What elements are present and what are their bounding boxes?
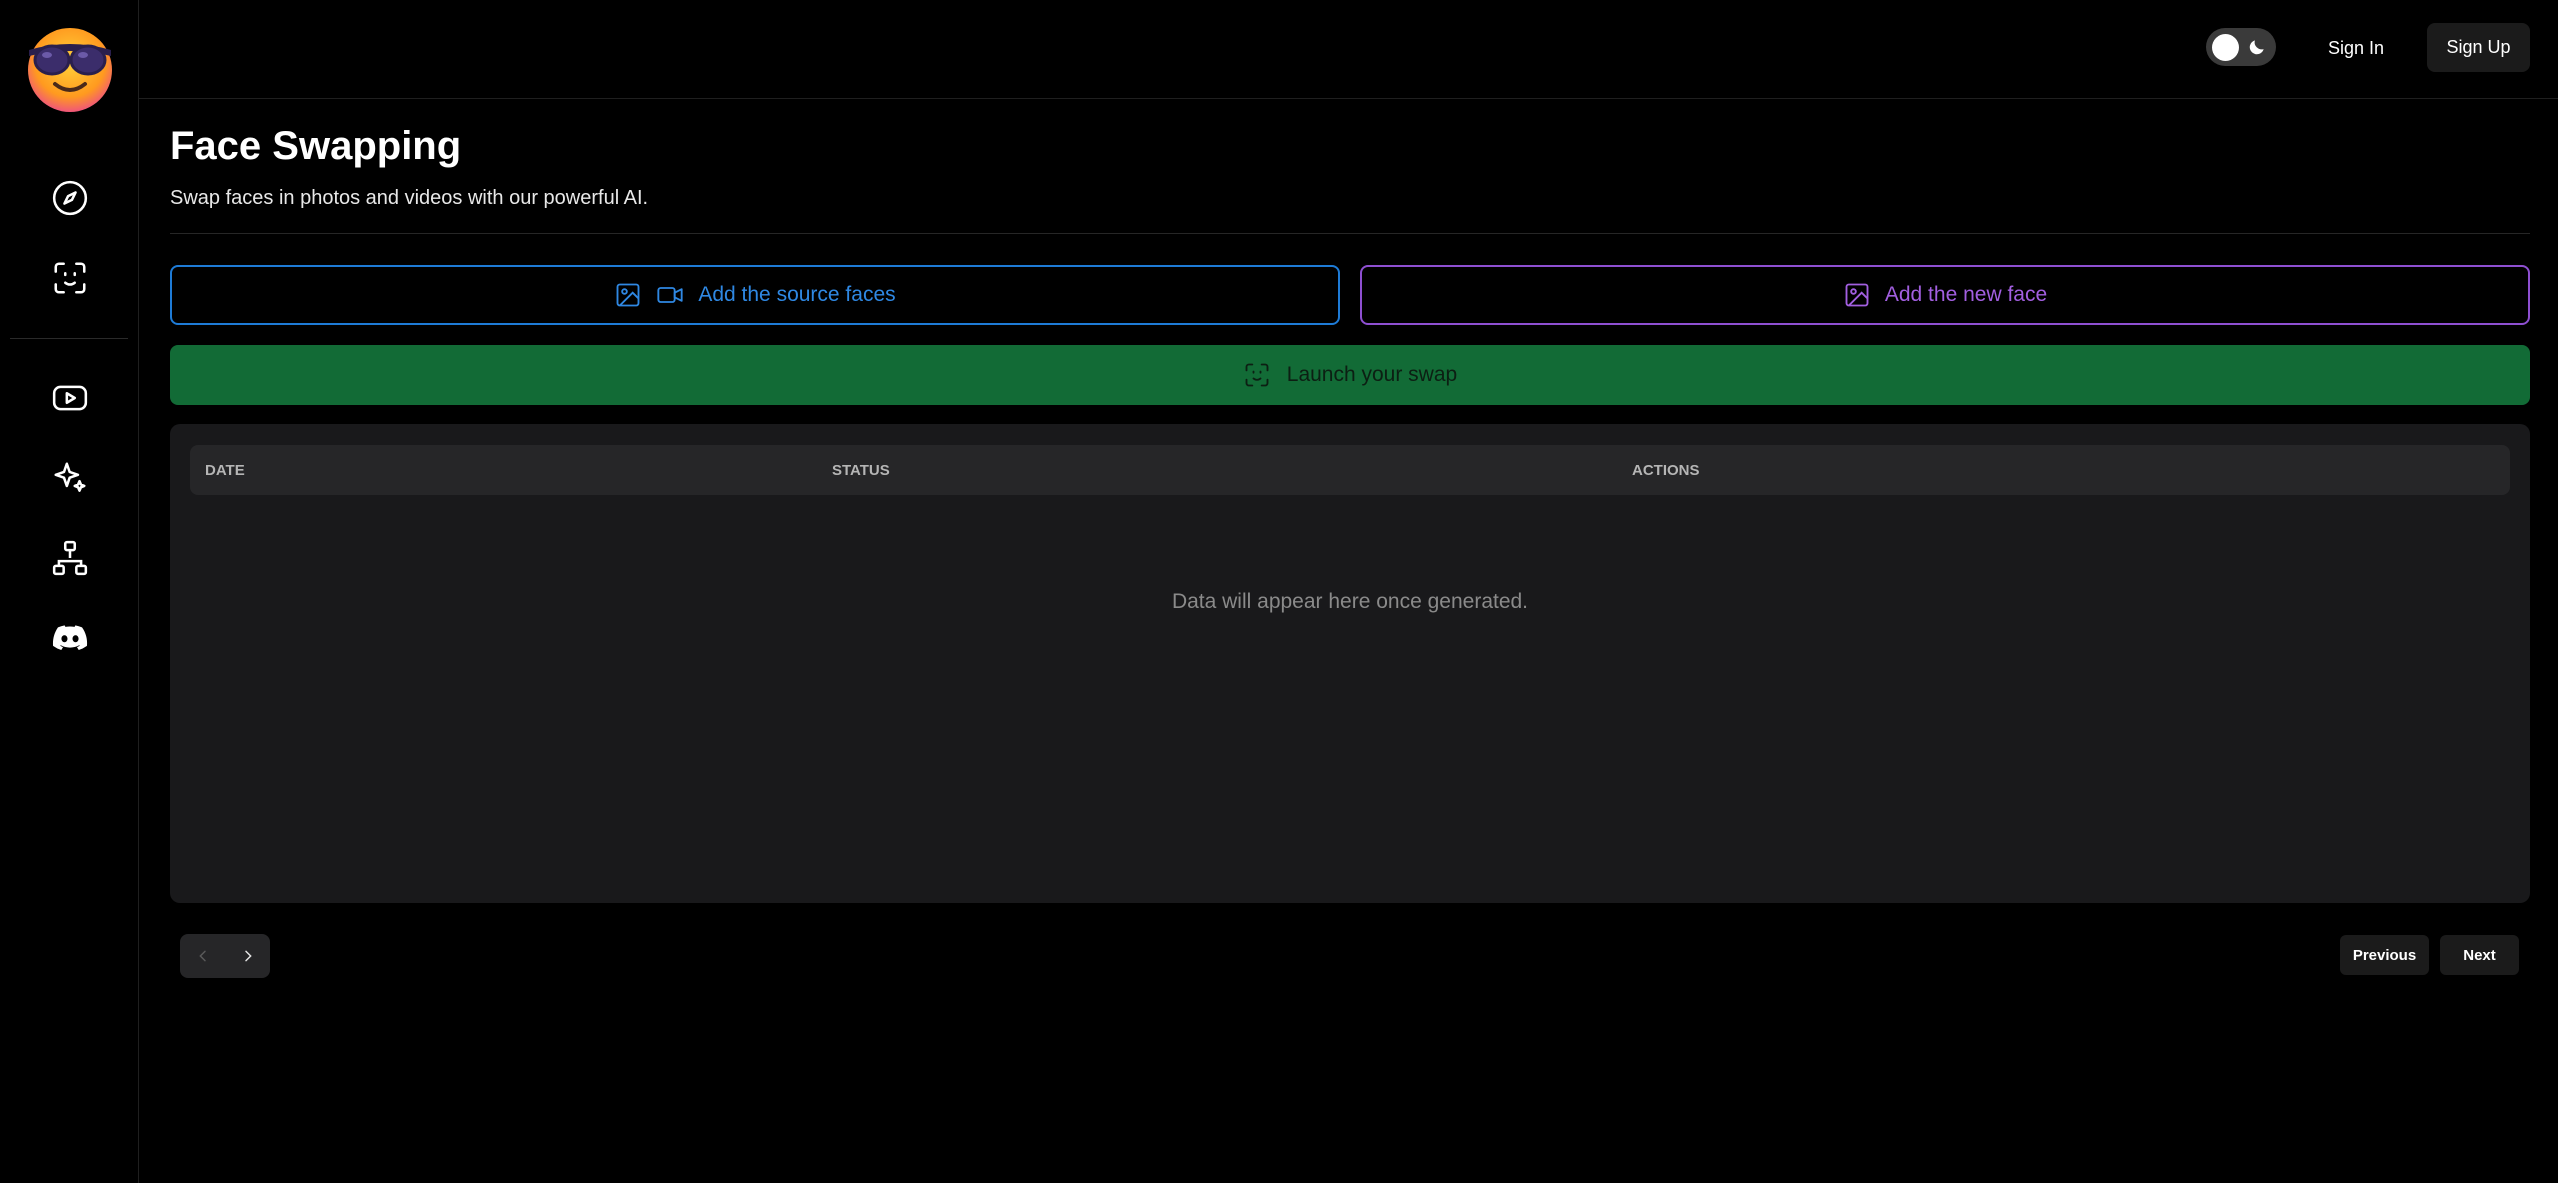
sparkles-icon[interactable] bbox=[50, 458, 90, 498]
page-subtitle: Swap faces in photos and videos with our… bbox=[170, 187, 649, 209]
face-scan-icon bbox=[1245, 363, 1269, 387]
table-header: DATE STATUS ACTIONS bbox=[190, 445, 2510, 495]
discord-icon[interactable] bbox=[50, 618, 90, 658]
toggle-knob bbox=[2212, 34, 2239, 61]
previous-button[interactable]: Previous bbox=[2340, 935, 2429, 975]
image-icon bbox=[616, 283, 640, 307]
launch-swap-button[interactable]: Launch your swap bbox=[170, 345, 2530, 405]
logo-emoji-sunglasses[interactable] bbox=[25, 24, 115, 114]
page-title: Face Swapping bbox=[170, 124, 462, 168]
sign-in-button[interactable]: Sign In bbox=[2310, 24, 2402, 72]
image-icon bbox=[1845, 283, 1869, 307]
add-new-face-button[interactable]: Add the new face bbox=[1360, 265, 2530, 325]
sidebar-divider bbox=[10, 338, 128, 339]
top-bar bbox=[139, 0, 2558, 99]
content-divider bbox=[170, 233, 2530, 234]
add-source-faces-label: Add the source faces bbox=[698, 283, 896, 306]
add-new-face-label: Add the new face bbox=[1884, 283, 2048, 306]
chevron-left-icon bbox=[198, 950, 206, 962]
sidebar bbox=[0, 0, 139, 1183]
youtube-icon[interactable] bbox=[50, 378, 90, 418]
theme-toggle[interactable] bbox=[2206, 28, 2276, 66]
pagination-arrows bbox=[180, 934, 270, 978]
column-header-status[interactable]: STATUS bbox=[832, 445, 890, 495]
add-source-faces-button[interactable]: Add the source faces bbox=[170, 265, 1340, 325]
next-button[interactable]: Next bbox=[2440, 935, 2519, 975]
video-camera-icon bbox=[657, 287, 683, 303]
sign-up-button[interactable]: Sign Up bbox=[2427, 23, 2530, 72]
results-table: DATE STATUS ACTIONS Data will appear her… bbox=[170, 424, 2530, 903]
empty-state-message: Data will appear here once generated. bbox=[1171, 590, 1529, 613]
chevron-right-icon bbox=[244, 950, 252, 962]
launch-swap-label: Launch your swap bbox=[1286, 363, 1458, 386]
compass-icon[interactable] bbox=[50, 178, 90, 218]
column-header-actions[interactable]: ACTIONS bbox=[1632, 445, 1700, 495]
sitemap-icon[interactable] bbox=[50, 538, 90, 578]
face-scan-icon[interactable] bbox=[50, 258, 90, 298]
prev-page-arrow[interactable] bbox=[180, 934, 225, 978]
column-header-date[interactable]: DATE bbox=[205, 445, 245, 495]
moon-icon bbox=[2249, 40, 2264, 55]
next-page-arrow[interactable] bbox=[225, 934, 270, 978]
